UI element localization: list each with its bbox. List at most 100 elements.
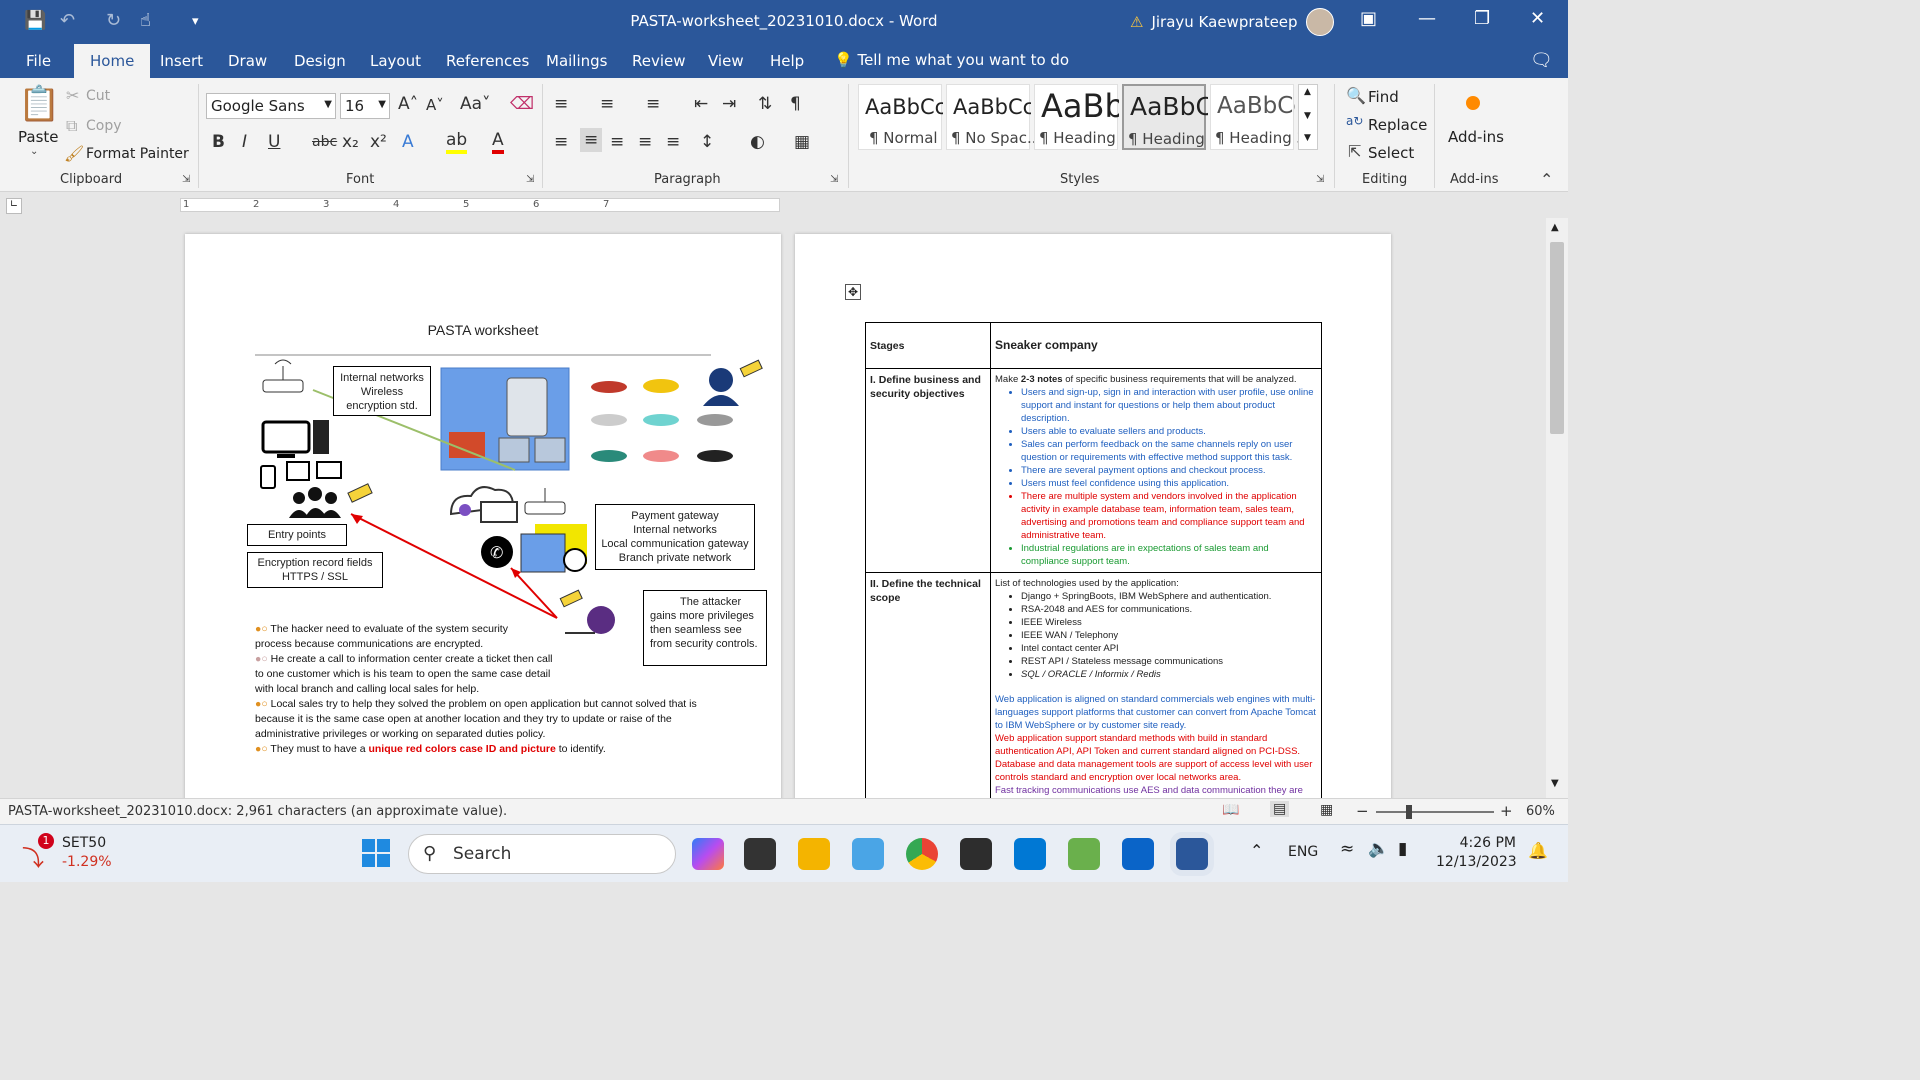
- clear-formatting-icon[interactable]: ⌫: [510, 94, 534, 114]
- borders-icon[interactable]: ▦: [794, 132, 810, 152]
- file-explorer-icon[interactable]: [798, 838, 830, 870]
- format-painter-button[interactable]: Format Painter: [86, 146, 189, 162]
- copilot-icon[interactable]: [692, 838, 724, 870]
- comments-icon[interactable]: 🗨: [1530, 50, 1553, 71]
- paste-dropdown-icon[interactable]: ⌄: [30, 146, 38, 157]
- paint-icon[interactable]: [852, 838, 884, 870]
- vscode-icon[interactable]: [1014, 838, 1046, 870]
- sort-icon[interactable]: ⇅: [758, 94, 772, 114]
- page-2[interactable]: ✥ Stages Sneaker company I. Define busin…: [795, 234, 1391, 798]
- zoom-slider-thumb[interactable]: [1406, 805, 1412, 819]
- underline-icon[interactable]: U: [268, 132, 280, 152]
- show-hidden-icons[interactable]: ⌃: [1250, 841, 1263, 860]
- styles-scroll[interactable]: ▲ ▼ ▼: [1298, 84, 1318, 150]
- tell-me-box[interactable]: 💡 Tell me what you want to do: [834, 51, 1069, 69]
- more-styles-icon[interactable]: ▼: [1304, 133, 1311, 143]
- task-view-icon[interactable]: [744, 838, 776, 870]
- terminal-icon[interactable]: [960, 838, 992, 870]
- image-viewer-icon[interactable]: [1068, 838, 1100, 870]
- tab-references[interactable]: References: [446, 52, 529, 70]
- show-marks-icon[interactable]: ¶: [790, 94, 801, 114]
- scroll-down-icon[interactable]: ▼: [1551, 778, 1559, 789]
- justify-icon[interactable]: ≡: [638, 132, 652, 152]
- addins-button[interactable]: Add-ins: [1448, 128, 1504, 146]
- select-button[interactable]: Select: [1368, 144, 1414, 162]
- bold-icon[interactable]: B: [212, 132, 225, 152]
- stock-widget[interactable]: ⤵ 1: [22, 833, 56, 872]
- clock-time[interactable]: 4:26 PM: [1456, 835, 1516, 851]
- minimize-icon[interactable]: —: [1418, 8, 1436, 29]
- restore-icon[interactable]: ❐: [1474, 8, 1490, 29]
- align-right-icon[interactable]: ≡: [610, 132, 624, 152]
- scroll-up-icon[interactable]: ▲: [1551, 222, 1559, 233]
- volume-icon[interactable]: 🔈: [1368, 839, 1389, 859]
- row-content[interactable]: Make 2-3 notes of specific business requ…: [990, 368, 1322, 573]
- tab-file[interactable]: File: [26, 52, 51, 70]
- zoom-out-icon[interactable]: −: [1356, 802, 1369, 820]
- multilevel-list-icon[interactable]: ≡: [646, 94, 660, 114]
- style-normal[interactable]: AaBbCcD ¶ Normal: [858, 84, 943, 150]
- subscript-icon[interactable]: x₂: [342, 132, 359, 152]
- zoom-slider[interactable]: [1376, 811, 1494, 813]
- chrome-icon[interactable]: [906, 838, 938, 870]
- replace-button[interactable]: Replace: [1368, 116, 1427, 134]
- tab-mailings[interactable]: Mailings: [546, 52, 607, 70]
- highlight-icon[interactable]: ab: [446, 130, 468, 154]
- tab-layout[interactable]: Layout: [370, 52, 421, 70]
- print-layout-icon[interactable]: ▤: [1270, 801, 1290, 817]
- font-color-icon[interactable]: A: [492, 130, 504, 154]
- style-heading-3[interactable]: AaBbCc ¶ Heading 3: [1210, 84, 1306, 150]
- row-content[interactable]: List of technologies used by the applica…: [990, 572, 1322, 798]
- font-launcher-icon[interactable]: ⇲: [526, 174, 534, 185]
- copy-button[interactable]: Copy: [86, 118, 122, 134]
- tab-selector-icon[interactable]: ∟: [6, 198, 22, 214]
- tab-view[interactable]: View: [708, 52, 744, 70]
- vertical-scrollbar[interactable]: ▲ ▼: [1546, 218, 1568, 798]
- style-heading-2[interactable]: AaBbC ¶ Heading 2: [1122, 84, 1219, 150]
- superscript-icon[interactable]: x²: [370, 132, 387, 152]
- horizontal-ruler[interactable]: 1 2 3 4 5 6 7: [180, 198, 780, 212]
- word-count-status[interactable]: PASTA-worksheet_20231010.docx: 2,961 cha…: [8, 804, 507, 819]
- read-mode-icon[interactable]: 📖: [1222, 802, 1239, 818]
- bullets-icon[interactable]: ≡: [554, 94, 568, 114]
- strikethrough-icon[interactable]: abc: [312, 134, 337, 150]
- notification-center-icon[interactable]: 🔔: [1528, 841, 1548, 860]
- web-layout-icon[interactable]: ▦: [1320, 802, 1333, 818]
- close-icon[interactable]: ✕: [1530, 8, 1545, 29]
- columns-icon[interactable]: ≡: [666, 132, 680, 152]
- increase-indent-icon[interactable]: ⇥: [722, 94, 736, 114]
- align-center-icon[interactable]: ≡: [580, 128, 603, 152]
- numbering-icon[interactable]: ≡: [600, 94, 614, 114]
- chevron-down-icon[interactable]: ▼: [1304, 111, 1311, 121]
- wifi-icon[interactable]: ≈: [1340, 839, 1354, 859]
- text-effects-icon[interactable]: A: [402, 132, 414, 152]
- outlook-icon[interactable]: [1122, 838, 1154, 870]
- find-button[interactable]: Find: [1368, 88, 1399, 106]
- warning-icon[interactable]: ⚠: [1130, 13, 1143, 31]
- page-1[interactable]: PASTA worksheet ✆ Internal networks Wire…: [185, 234, 781, 798]
- shading-icon[interactable]: ◐: [750, 132, 765, 152]
- collapse-ribbon-icon[interactable]: ⌃: [1540, 170, 1553, 189]
- zoom-in-icon[interactable]: +: [1500, 802, 1513, 820]
- paragraph-launcher-icon[interactable]: ⇲: [830, 174, 838, 185]
- ribbon-display-icon[interactable]: ▣: [1360, 8, 1377, 29]
- align-left-icon[interactable]: ≡: [554, 132, 568, 152]
- tab-insert[interactable]: Insert: [160, 52, 203, 70]
- scroll-thumb[interactable]: [1550, 242, 1564, 434]
- battery-icon[interactable]: ▮: [1398, 839, 1407, 859]
- italic-icon[interactable]: I: [242, 132, 247, 152]
- tab-review[interactable]: Review: [632, 52, 686, 70]
- clock-date[interactable]: 12/13/2023: [1436, 854, 1517, 870]
- tab-home[interactable]: Home: [74, 44, 151, 78]
- account-area[interactable]: ⚠ Jirayu Kaewprateep: [1130, 8, 1334, 36]
- chevron-up-icon[interactable]: ▲: [1304, 87, 1311, 97]
- table-move-handle-icon[interactable]: ✥: [845, 284, 861, 300]
- line-spacing-icon[interactable]: ↕: [700, 132, 714, 152]
- word-taskbar-icon[interactable]: [1176, 838, 1208, 870]
- grow-font-icon[interactable]: A˄: [398, 94, 418, 114]
- zoom-level[interactable]: 60%: [1526, 804, 1555, 819]
- tab-help[interactable]: Help: [770, 52, 804, 70]
- font-name-box[interactable]: Google Sans ▼: [206, 93, 336, 119]
- paste-button[interactable]: Paste: [18, 128, 59, 146]
- font-size-box[interactable]: 16 ▼: [340, 93, 390, 119]
